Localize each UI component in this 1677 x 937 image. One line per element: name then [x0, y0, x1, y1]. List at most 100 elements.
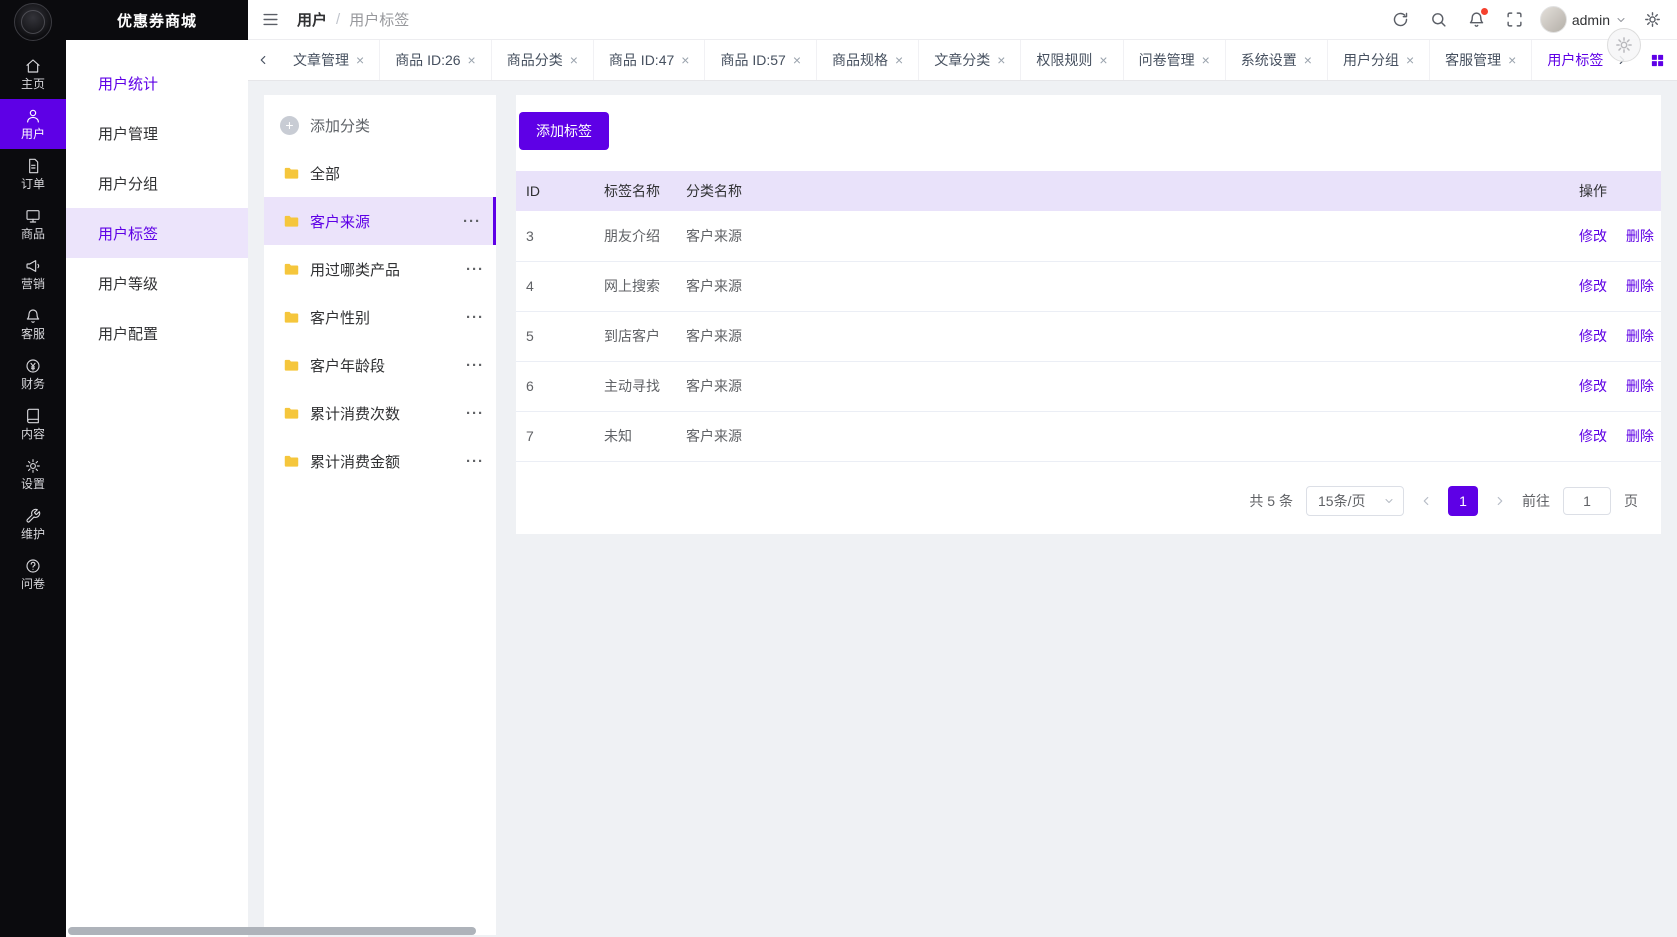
tab[interactable]: 商品 ID:57 ×: [705, 40, 817, 80]
add-label-button[interactable]: 添加标签: [519, 112, 609, 150]
category-item[interactable]: 客户性别 ···: [264, 293, 496, 341]
category-label: 全部: [310, 163, 340, 184]
tab-close-icon[interactable]: ×: [1304, 53, 1312, 67]
horizontal-scrollbar-thumb[interactable]: [68, 927, 476, 935]
more-options-icon[interactable]: ···: [463, 213, 481, 230]
notifications-button[interactable]: [1464, 7, 1489, 32]
category-item[interactable]: 全部 ···: [264, 149, 496, 197]
tab[interactable]: 文章分类 ×: [919, 40, 1021, 80]
current-page[interactable]: 1: [1448, 486, 1478, 516]
cell-label-name: 朋友介绍: [594, 211, 676, 261]
prev-page-button[interactable]: [1417, 492, 1435, 510]
edit-link[interactable]: 修改: [1579, 228, 1607, 244]
more-options-icon[interactable]: ···: [466, 405, 484, 422]
tabs-scroll-left-button[interactable]: [248, 40, 278, 80]
tab-close-icon[interactable]: ×: [468, 53, 476, 67]
page-unit-label: 页: [1624, 491, 1638, 511]
delete-link[interactable]: 删除: [1626, 228, 1654, 244]
more-options-icon[interactable]: ···: [466, 309, 484, 326]
layout-settings-button[interactable]: [1640, 7, 1665, 32]
fullscreen-icon: [1506, 11, 1523, 28]
sidebar-item[interactable]: 用户标签: [66, 208, 248, 258]
tab-close-icon[interactable]: ×: [1406, 53, 1414, 67]
tabs-overview-button[interactable]: [1637, 40, 1677, 80]
tab[interactable]: 文章管理 ×: [278, 40, 380, 80]
category-item[interactable]: 累计消费金额 ···: [264, 437, 496, 485]
tab[interactable]: 用户标签 ×: [1532, 40, 1607, 80]
category-item[interactable]: 客户年龄段 ···: [264, 341, 496, 389]
next-page-button[interactable]: [1491, 492, 1509, 510]
sidebar-item[interactable]: 用户配置: [66, 308, 248, 358]
rail-item-orders[interactable]: 订单: [0, 149, 66, 199]
rail-item-label: 问卷: [21, 578, 45, 590]
fullscreen-button[interactable]: [1502, 7, 1527, 32]
tab[interactable]: 商品 ID:26 ×: [380, 40, 492, 80]
folder-icon: [283, 261, 300, 278]
category-item[interactable]: 用过哪类产品 ···: [264, 245, 496, 293]
tab-label: 商品 ID:47: [609, 50, 674, 70]
column-header-category: 分类名称: [676, 171, 1569, 211]
rail-item-home[interactable]: 主页: [0, 49, 66, 99]
category-item[interactable]: 客户来源 ···: [264, 197, 496, 245]
rail-item-survey[interactable]: 问卷: [0, 549, 66, 599]
tab[interactable]: 用户分组 ×: [1328, 40, 1430, 80]
edit-link[interactable]: 修改: [1579, 328, 1607, 344]
search-icon: [1430, 11, 1447, 28]
more-options-icon[interactable]: ···: [466, 261, 484, 278]
edit-link[interactable]: 修改: [1579, 428, 1607, 444]
tab-close-icon[interactable]: ×: [895, 53, 903, 67]
tab-label: 客服管理: [1445, 50, 1501, 70]
rail-item-label: 设置: [21, 478, 45, 490]
rail-item-maintenance[interactable]: 维护: [0, 499, 66, 549]
delete-link[interactable]: 删除: [1626, 378, 1654, 394]
secondary-sidebar: 优惠券商城 用户统计 用户管理 用户分组 用户标签 用户等级 用户配置: [66, 0, 248, 937]
tab-close-icon[interactable]: ×: [997, 53, 1005, 67]
cell-label-name: 未知: [594, 411, 676, 461]
sidebar-item[interactable]: 用户统计: [66, 58, 248, 108]
edit-link[interactable]: 修改: [1579, 278, 1607, 294]
avatar: [1540, 6, 1567, 33]
goto-page-input[interactable]: [1563, 487, 1611, 515]
tab[interactable]: 商品规格 ×: [817, 40, 919, 80]
rail-item-label: 维护: [21, 528, 45, 540]
delete-link[interactable]: 删除: [1626, 428, 1654, 444]
rail-item-marketing[interactable]: 营销: [0, 249, 66, 299]
category-item[interactable]: 累计消费次数 ···: [264, 389, 496, 437]
rail-item-content[interactable]: 内容: [0, 399, 66, 449]
tab-close-icon[interactable]: ×: [681, 53, 689, 67]
tab[interactable]: 商品分类 ×: [492, 40, 594, 80]
delete-link[interactable]: 删除: [1626, 278, 1654, 294]
tab-close-icon[interactable]: ×: [570, 53, 578, 67]
sidebar-item[interactable]: 用户等级: [66, 258, 248, 308]
tab-close-icon[interactable]: ×: [1099, 53, 1107, 67]
rail-item-finance[interactable]: 财务: [0, 349, 66, 399]
refresh-button[interactable]: [1388, 7, 1413, 32]
rail-item-service[interactable]: 客服: [0, 299, 66, 349]
tab-close-icon[interactable]: ×: [793, 53, 801, 67]
edit-link[interactable]: 修改: [1579, 378, 1607, 394]
add-category-button[interactable]: + 添加分类: [264, 101, 496, 149]
more-options-icon[interactable]: ···: [466, 357, 484, 374]
rail-item-label: 商品: [21, 228, 45, 240]
main-area: 用户 / 用户标签 adm: [248, 0, 1677, 937]
sidebar-item[interactable]: 用户分组: [66, 158, 248, 208]
more-options-icon[interactable]: ···: [466, 453, 484, 470]
page-size-select[interactable]: 15条/页: [1306, 486, 1404, 516]
tab[interactable]: 客服管理 ×: [1430, 40, 1532, 80]
sidebar-item[interactable]: 用户管理: [66, 108, 248, 158]
tab-close-icon[interactable]: ×: [1202, 53, 1210, 67]
tab[interactable]: 问卷管理 ×: [1124, 40, 1226, 80]
tab-close-icon[interactable]: ×: [356, 53, 364, 67]
rail-item-users[interactable]: 用户: [0, 99, 66, 149]
tab[interactable]: 权限规则 ×: [1021, 40, 1123, 80]
user-menu[interactable]: admin: [1540, 6, 1627, 33]
rail-item-goods[interactable]: 商品: [0, 199, 66, 249]
tab[interactable]: 系统设置 ×: [1226, 40, 1328, 80]
search-button[interactable]: [1426, 7, 1451, 32]
tab[interactable]: 商品 ID:47 ×: [594, 40, 706, 80]
menu-toggle-button[interactable]: [258, 7, 283, 32]
rail-item-settings[interactable]: 设置: [0, 449, 66, 499]
floating-settings-button[interactable]: [1607, 28, 1641, 62]
delete-link[interactable]: 删除: [1626, 328, 1654, 344]
tab-close-icon[interactable]: ×: [1508, 53, 1516, 67]
